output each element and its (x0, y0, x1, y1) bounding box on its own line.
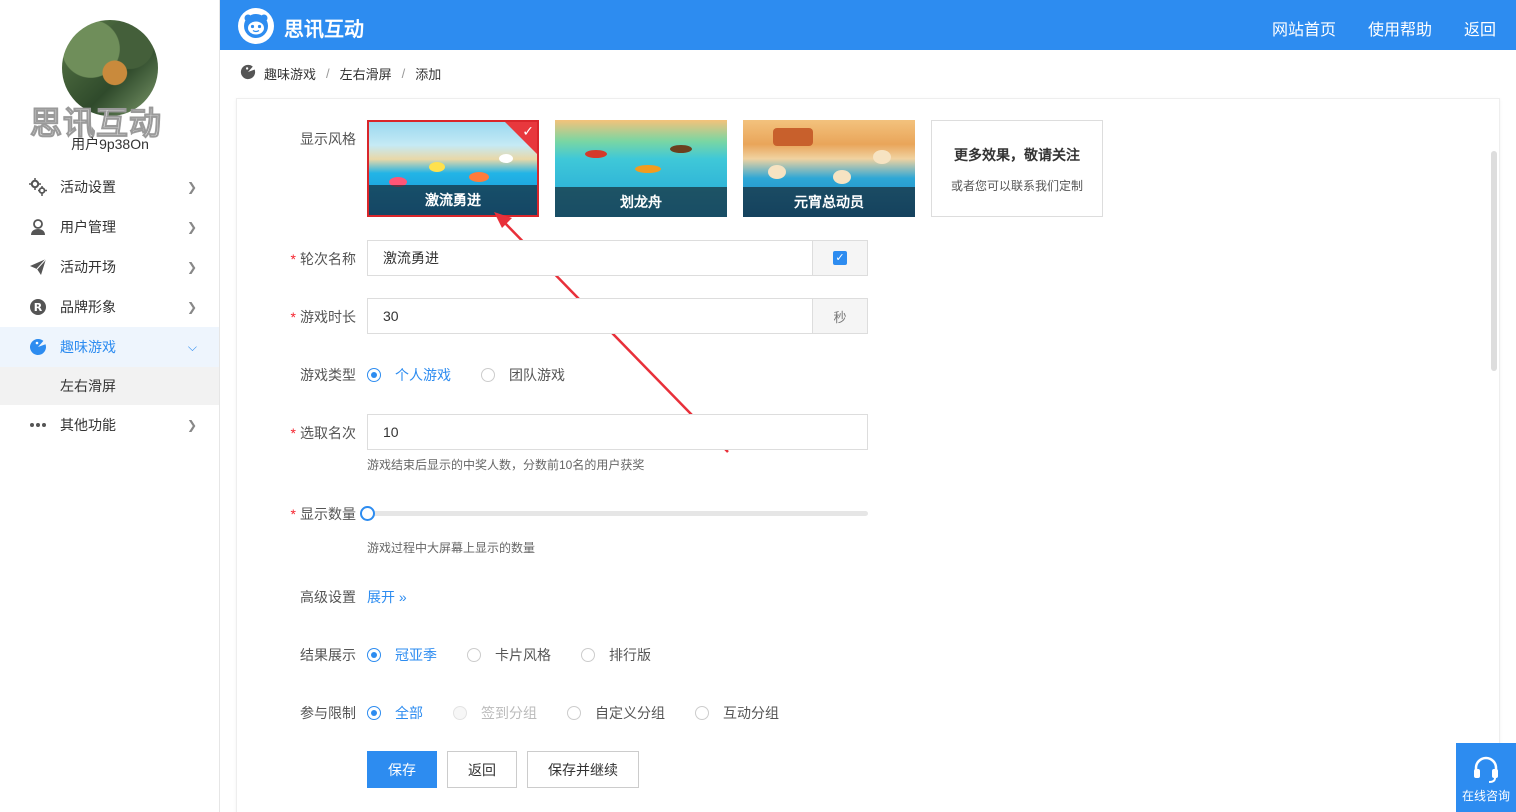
duration-label: * 游戏时长 (290, 309, 356, 325)
radio-dot (567, 706, 581, 720)
radio-dot (481, 368, 495, 382)
radio-individual-game[interactable]: 个人游戏 (367, 365, 451, 385)
display-count-slider[interactable] (360, 506, 868, 521)
radio-card-style[interactable]: 卡片风格 (467, 645, 551, 665)
radio-podium[interactable]: 冠亚季 (367, 645, 437, 665)
back-button[interactable]: 返回 (447, 751, 517, 788)
result-radio-group: 冠亚季 卡片风格 排行版 (367, 645, 681, 665)
duration-field: 秒 (367, 298, 868, 334)
duration-input[interactable] (368, 299, 812, 333)
advanced-label: 高级设置 (300, 589, 356, 605)
online-consult-label: 在线咨询 (1461, 789, 1510, 803)
radio-leaderboard[interactable]: 排行版 (581, 645, 651, 665)
round-name-field: ✓ (367, 240, 868, 276)
round-name-label: * 轮次名称 (290, 251, 356, 267)
radio-all[interactable]: 全部 (367, 703, 423, 723)
rank-field (367, 414, 868, 450)
game-type-radio-group: 个人游戏 团队游戏 (367, 365, 595, 385)
rank-input[interactable] (368, 415, 867, 449)
limit-radio-group: 全部 签到分组 自定义分组 互动分组 (367, 703, 809, 723)
radio-custom-group[interactable]: 自定义分组 (567, 703, 665, 723)
display-count-label: * 显示数量 (290, 506, 356, 522)
rank-hint: 游戏结束后显示的中奖人数，分数前10名的用户获奖 (367, 458, 645, 472)
slider-handle[interactable] (360, 506, 375, 521)
round-name-checkbox-addon[interactable]: ✓ (812, 241, 867, 275)
radio-dot (467, 648, 481, 662)
limit-label: 参与限制 (300, 705, 356, 721)
radio-dot (581, 648, 595, 662)
radio-dot (367, 706, 381, 720)
radio-dot (695, 706, 709, 720)
radio-interactive-group[interactable]: 互动分组 (695, 703, 779, 723)
game-type-label: 游戏类型 (300, 367, 356, 383)
round-name-input[interactable] (368, 241, 812, 275)
radio-dot (367, 648, 381, 662)
online-consult-button[interactable]: 在线咨询 (1456, 743, 1516, 812)
save-button[interactable]: 保存 (367, 751, 437, 788)
headset-icon (1456, 753, 1516, 787)
advanced-expand-toggle[interactable]: 展开 » (367, 587, 407, 607)
double-chevron-right-icon: » (398, 589, 407, 605)
radio-dot (367, 368, 381, 382)
duration-unit: 秒 (812, 299, 867, 333)
save-continue-button[interactable]: 保存并继续 (527, 751, 639, 788)
radio-checkin-group: 签到分组 (453, 703, 537, 723)
checkbox-checked-icon[interactable]: ✓ (833, 251, 847, 265)
rank-label: * 选取名次 (290, 425, 356, 441)
annotation-arrow (494, 212, 729, 453)
radio-team-game[interactable]: 团队游戏 (481, 365, 565, 385)
result-label: 结果展示 (300, 647, 356, 663)
display-count-hint: 游戏过程中大屏幕上显示的数量 (367, 541, 536, 555)
radio-dot (453, 706, 467, 720)
